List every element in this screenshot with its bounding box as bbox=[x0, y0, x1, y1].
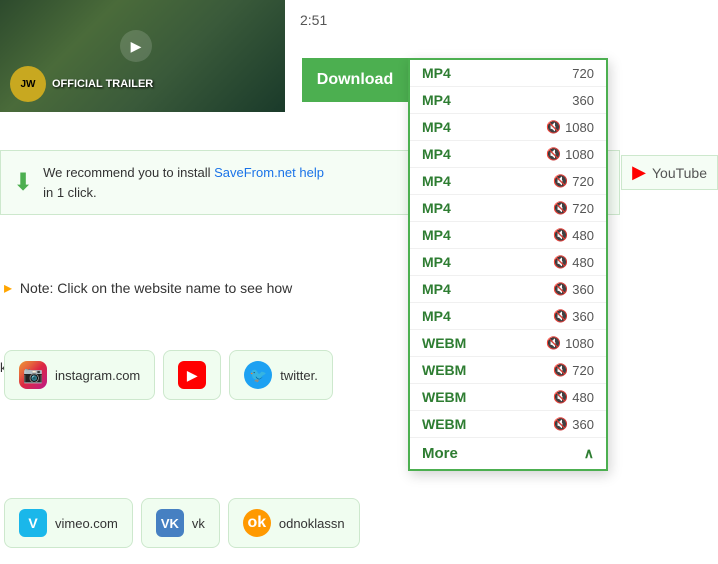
download-button[interactable]: Download bbox=[302, 58, 408, 102]
dropdown-item-10[interactable]: WEBM 🔇1080 bbox=[410, 330, 606, 357]
muted-icon-6: 🔇 bbox=[553, 228, 568, 242]
muted-icon-10: 🔇 bbox=[546, 336, 561, 350]
note-text: ▸ Note: Click on the website name to see… bbox=[4, 278, 404, 298]
play-button[interactable]: ▶ bbox=[120, 30, 152, 62]
muted-icon-9: 🔇 bbox=[553, 309, 568, 323]
item-quality-7: 🔇480 bbox=[553, 255, 594, 270]
item-format-0: MP4 bbox=[422, 65, 472, 81]
twitter-item[interactable]: 🐦 twitter. bbox=[229, 350, 333, 400]
item-format-5: MP4 bbox=[422, 200, 472, 216]
item-quality-5: 🔇720 bbox=[553, 201, 594, 216]
muted-icon-5: 🔇 bbox=[553, 201, 568, 215]
youtube-item[interactable]: ▶ bbox=[163, 350, 221, 400]
download-icon: ⬇ bbox=[13, 168, 33, 197]
website-grid-row2: V vimeo.com VK vk ok odnoklassn bbox=[0, 498, 718, 548]
vk-icon: VK bbox=[156, 509, 184, 537]
dropdown-item-13[interactable]: WEBM 🔇360 bbox=[410, 411, 606, 438]
dropdown-item-2[interactable]: MP4 🔇1080 bbox=[410, 114, 606, 141]
item-format-13: WEBM bbox=[422, 416, 472, 432]
official-trailer-label: OFFICIAL TRAILER bbox=[52, 78, 153, 90]
muted-icon-13: 🔇 bbox=[553, 417, 568, 431]
item-quality-8: 🔇360 bbox=[553, 282, 594, 297]
dropdown-item-6[interactable]: MP4 🔇480 bbox=[410, 222, 606, 249]
ok-item[interactable]: ok odnoklassn bbox=[228, 498, 360, 548]
youtube-badge: ▶ YouTube bbox=[621, 155, 718, 190]
video-thumbnail[interactable]: ▶ JW OFFICIAL TRAILER bbox=[0, 0, 285, 112]
twitter-label: twitter. bbox=[280, 368, 318, 383]
item-quality-11: 🔇720 bbox=[553, 363, 594, 378]
vimeo-item[interactable]: V vimeo.com bbox=[4, 498, 133, 548]
dropdown-item-8[interactable]: MP4 🔇360 bbox=[410, 276, 606, 303]
note-content: Note: Click on the website name to see h… bbox=[20, 280, 292, 296]
thumbnail-overlay: JW OFFICIAL TRAILER bbox=[10, 66, 153, 102]
item-format-4: MP4 bbox=[422, 173, 472, 189]
item-format-2: MP4 bbox=[422, 119, 472, 135]
muted-icon-4: 🔇 bbox=[553, 174, 568, 188]
instagram-label: instagram.com bbox=[55, 368, 140, 383]
vk-label: vk bbox=[192, 516, 205, 531]
item-quality-4: 🔇720 bbox=[553, 174, 594, 189]
item-quality-3: 🔇1080 bbox=[546, 147, 594, 162]
item-format-9: MP4 bbox=[422, 308, 472, 324]
item-format-12: WEBM bbox=[422, 389, 472, 405]
dropdown-item-4[interactable]: MP4 🔇720 bbox=[410, 168, 606, 195]
dropdown-item-5[interactable]: MP4 🔇720 bbox=[410, 195, 606, 222]
muted-icon-2: 🔇 bbox=[546, 120, 561, 134]
more-button[interactable]: More ∧ bbox=[410, 438, 606, 469]
ok-icon: ok bbox=[243, 509, 271, 537]
muted-icon-8: 🔇 bbox=[553, 282, 568, 296]
vimeo-label: vimeo.com bbox=[55, 516, 118, 531]
instagram-item[interactable]: 📷 instagram.com bbox=[4, 350, 155, 400]
video-duration: 2:51 bbox=[300, 12, 327, 28]
ok-label: odnoklassn bbox=[279, 516, 345, 531]
vk-item[interactable]: VK vk bbox=[141, 498, 220, 548]
item-format-6: MP4 bbox=[422, 227, 472, 243]
item-format-11: WEBM bbox=[422, 362, 472, 378]
recommend-text-1: We recommend you to install bbox=[43, 165, 214, 180]
youtube-icon: ▶ bbox=[632, 162, 646, 183]
item-format-7: MP4 bbox=[422, 254, 472, 270]
item-quality-0: 720 bbox=[572, 66, 594, 81]
more-label: More bbox=[422, 445, 458, 462]
website-grid-row1: 📷 instagram.com ▶ 🐦 twitter. bbox=[0, 350, 718, 400]
format-dropdown: MP4 720 MP4 360 MP4 🔇1080 MP4 🔇1080 MP4 🔇720 MP4 🔇7… bbox=[408, 58, 608, 471]
muted-icon-7: 🔇 bbox=[553, 255, 568, 269]
dropdown-item-11[interactable]: WEBM 🔇720 bbox=[410, 357, 606, 384]
item-quality-10: 🔇1080 bbox=[546, 336, 594, 351]
youtube-site-icon: ▶ bbox=[178, 361, 206, 389]
dropdown-item-1[interactable]: MP4 360 bbox=[410, 87, 606, 114]
item-format-3: MP4 bbox=[422, 146, 472, 162]
item-quality-13: 🔇360 bbox=[553, 417, 594, 432]
savefrom-link[interactable]: SaveFrom.net help bbox=[214, 165, 324, 180]
dropdown-item-12[interactable]: WEBM 🔇480 bbox=[410, 384, 606, 411]
recommend-text-2: in 1 click. bbox=[43, 185, 96, 200]
dropdown-item-0[interactable]: MP4 720 bbox=[410, 60, 606, 87]
item-format-1: MP4 bbox=[422, 92, 472, 108]
vimeo-icon: V bbox=[19, 509, 47, 537]
dropdown-item-9[interactable]: MP4 🔇360 bbox=[410, 303, 606, 330]
twitter-icon: 🐦 bbox=[244, 361, 272, 389]
muted-icon-3: 🔇 bbox=[546, 147, 561, 161]
item-quality-6: 🔇480 bbox=[553, 228, 594, 243]
recommendation-text: We recommend you to install SaveFrom.net… bbox=[43, 163, 324, 202]
dropdown-item-3[interactable]: MP4 🔇1080 bbox=[410, 141, 606, 168]
dropdown-item-7[interactable]: MP4 🔇480 bbox=[410, 249, 606, 276]
youtube-label: YouTube bbox=[652, 165, 707, 181]
muted-icon-11: 🔇 bbox=[553, 363, 568, 377]
item-format-10: WEBM bbox=[422, 335, 472, 351]
item-format-8: MP4 bbox=[422, 281, 472, 297]
muted-icon-12: 🔇 bbox=[553, 390, 568, 404]
item-quality-2: 🔇1080 bbox=[546, 120, 594, 135]
jurassic-logo: JW bbox=[10, 66, 46, 102]
note-arrow-icon: ▸ bbox=[4, 280, 12, 297]
item-quality-12: 🔇480 bbox=[553, 390, 594, 405]
item-quality-9: 🔇360 bbox=[553, 309, 594, 324]
item-quality-1: 360 bbox=[572, 93, 594, 108]
instagram-icon: 📷 bbox=[19, 361, 47, 389]
chevron-up-icon: ∧ bbox=[584, 445, 594, 462]
